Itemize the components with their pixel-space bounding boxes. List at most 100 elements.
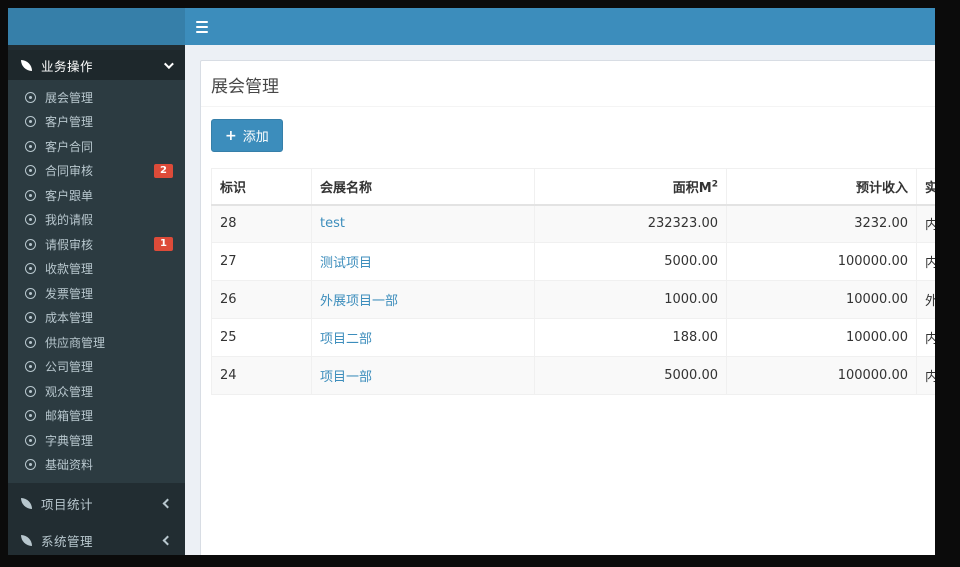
- dot-circle-icon: [25, 214, 36, 226]
- dot-circle-icon: [25, 336, 36, 348]
- app-window: 业务操作 展会管理 客户管理 客户合同 合同审核 2 客户跟单 我的请假 请假审…: [8, 8, 935, 555]
- cell-id: 24: [211, 356, 312, 395]
- sidebar-section-business-ops[interactable]: 业务操作: [8, 50, 185, 80]
- column-header-income: 预计收入: [726, 168, 917, 206]
- cell-name: test: [311, 204, 535, 243]
- cell-area: 1000.00: [534, 280, 727, 319]
- add-button-label: 添加: [242, 130, 269, 145]
- plus-icon: +: [225, 127, 237, 144]
- sidebar-item-cost-mgmt[interactable]: 成本管理: [8, 306, 185, 331]
- sidebar-item-supplier-mgmt[interactable]: 供应商管理: [8, 330, 185, 355]
- table-row: 26 外展项目一部 1000.00 10000.00 外展项目: [211, 280, 935, 319]
- cell-area: 188.00: [534, 318, 727, 357]
- content-area: 展会管理 + 添加 标识 会展名称 面积M2 预计收入 28 test 2323…: [185, 45, 935, 555]
- cell-area: 5000.00: [534, 356, 727, 395]
- sidebar-item-payment-mgmt[interactable]: 收款管理: [8, 257, 185, 282]
- table-row: 25 项目二部 188.00 10000.00 内展项目: [211, 318, 935, 357]
- exhibition-link[interactable]: 外展项目一部: [320, 294, 398, 309]
- cell-name: 测试项目: [311, 242, 535, 281]
- cell-name: 项目二部: [311, 318, 535, 357]
- dot-circle-icon: [25, 238, 36, 250]
- sidebar-item-my-leave[interactable]: 我的请假: [8, 208, 185, 233]
- sidebar-item-exhibition-mgmt[interactable]: 展会管理: [8, 85, 185, 110]
- add-button[interactable]: + 添加: [211, 119, 283, 152]
- dot-circle-icon: [25, 312, 36, 324]
- table-header-row: 标识 会展名称 面积M2 预计收入 实施部门: [211, 168, 935, 206]
- logo-area: [8, 8, 185, 45]
- sidebar-item-customer-contract[interactable]: 客户合同: [8, 134, 185, 159]
- table-row: 24 项目一部 5000.00 100000.00 内展项目: [211, 356, 935, 395]
- cell-income: 3232.00: [726, 204, 917, 243]
- cell-income: 100000.00: [726, 242, 917, 281]
- cell-id: 25: [211, 318, 312, 357]
- column-header-area: 面积M2: [534, 168, 727, 206]
- cell-income: 10000.00: [726, 280, 917, 319]
- dot-circle-icon: [25, 189, 36, 201]
- sidebar-item-invoice-mgmt[interactable]: 发票管理: [8, 281, 185, 306]
- sidebar-section-project-stats[interactable]: 项目统计: [8, 486, 185, 520]
- chevron-down-icon: [163, 58, 174, 69]
- sidebar-item-customer-followup[interactable]: 客户跟单: [8, 183, 185, 208]
- hamburger-icon: [196, 20, 208, 23]
- dot-circle-icon: [25, 434, 36, 446]
- cell-id: 28: [211, 204, 312, 243]
- chevron-left-icon: [162, 498, 173, 508]
- leaf-icon: [21, 497, 32, 509]
- sidebar-item-dictionary-mgmt[interactable]: 字典管理: [8, 428, 185, 453]
- sidebar-item-mailbox-mgmt[interactable]: 邮箱管理: [8, 404, 185, 429]
- cell-income: 10000.00: [726, 318, 917, 357]
- section-label: 系统管理: [41, 533, 94, 549]
- navbar: [185, 8, 935, 45]
- top-header: [8, 8, 935, 45]
- page-title: 展会管理: [211, 77, 279, 97]
- cell-income: 100000.00: [726, 356, 917, 395]
- cell-dept: 内展项目: [916, 204, 935, 243]
- leaf-icon: [21, 59, 32, 71]
- dot-circle-icon: [25, 410, 36, 422]
- cell-area: 5000.00: [534, 242, 727, 281]
- leaf-icon: [21, 534, 32, 546]
- column-header-name: 会展名称: [311, 168, 535, 206]
- sidebar-section-system-mgmt[interactable]: 系统管理: [8, 523, 185, 555]
- sidebar-item-basic-data[interactable]: 基础资料: [8, 453, 185, 478]
- cell-name: 项目一部: [311, 356, 535, 395]
- dot-circle-icon: [25, 287, 36, 299]
- column-header-dept: 实施部门: [916, 168, 935, 206]
- sidebar-item-customer-mgmt[interactable]: 客户管理: [8, 110, 185, 135]
- exhibition-link[interactable]: 测试项目: [320, 256, 372, 271]
- notification-badge: 2: [154, 163, 173, 178]
- dot-circle-icon: [25, 140, 36, 152]
- cell-dept: 内展项目: [916, 242, 935, 281]
- dot-circle-icon: [25, 385, 36, 397]
- cell-dept: 内展项目: [916, 356, 935, 395]
- sidebar-item-leave-review[interactable]: 请假审核 1: [8, 232, 185, 257]
- exhibition-link[interactable]: 项目二部: [320, 332, 372, 347]
- sidebar-item-company-mgmt[interactable]: 公司管理: [8, 355, 185, 380]
- dot-circle-icon: [25, 459, 36, 471]
- notification-badge: 1: [154, 237, 173, 252]
- cell-id: 27: [211, 242, 312, 281]
- sidebar-submenu: 展会管理 客户管理 客户合同 合同审核 2 客户跟单 我的请假 请假审核 1 收…: [8, 80, 185, 483]
- cell-id: 26: [211, 280, 312, 319]
- exhibition-link[interactable]: 项目一部: [320, 370, 372, 385]
- dot-circle-icon: [25, 116, 36, 128]
- sidebar-toggle-button[interactable]: [185, 12, 219, 42]
- panel-header: 展会管理: [201, 61, 935, 107]
- dot-circle-icon: [25, 91, 36, 103]
- table-row: 28 test 232323.00 3232.00 内展项目: [211, 204, 935, 243]
- table-row: 27 测试项目 5000.00 100000.00 内展项目: [211, 242, 935, 281]
- sidebar-item-audience-mgmt[interactable]: 观众管理: [8, 379, 185, 404]
- dot-circle-icon: [25, 165, 36, 177]
- dot-circle-icon: [25, 361, 36, 373]
- panel-body: + 添加 标识 会展名称 面积M2 预计收入 实施部门: [201, 107, 935, 405]
- section-label: 业务操作: [41, 58, 94, 74]
- dot-circle-icon: [25, 263, 36, 275]
- cell-dept: 内展项目: [916, 318, 935, 357]
- exhibition-panel: 展会管理 + 添加 标识 会展名称 面积M2 预计收入 28 test 2323…: [200, 60, 935, 555]
- section-label: 项目统计: [41, 496, 94, 512]
- sidebar-item-contract-review[interactable]: 合同审核 2: [8, 159, 185, 184]
- cell-name: 外展项目一部: [311, 280, 535, 319]
- exhibition-link[interactable]: test: [320, 216, 345, 231]
- chevron-left-icon: [162, 535, 173, 545]
- exhibition-table: 标识 会展名称 面积M2 预计收入 实施部门 28 test 2: [211, 168, 935, 395]
